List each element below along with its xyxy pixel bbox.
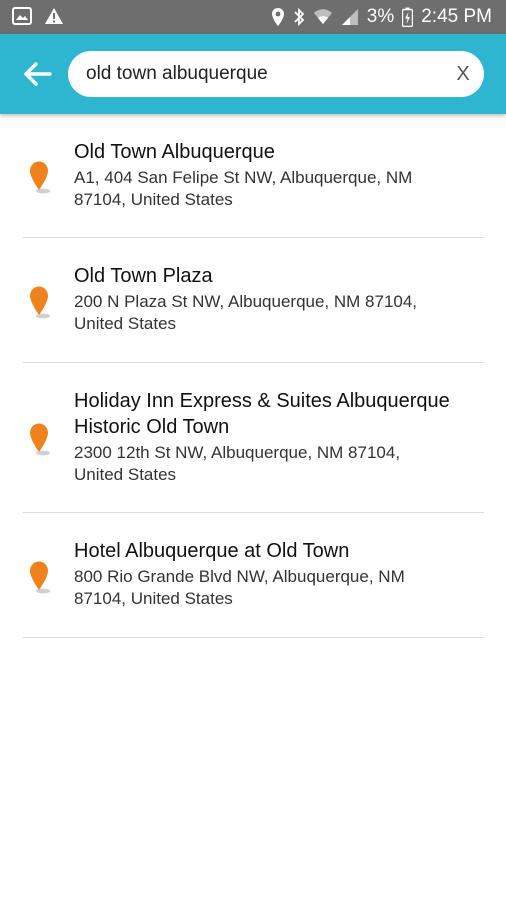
- result-address-line1: 800 Rio Grande Blvd NW, Albuquerque, NM: [74, 567, 405, 586]
- search-app-bar: X: [0, 34, 506, 114]
- map-pin-icon: [28, 560, 54, 594]
- result-address: 2300 12th St NW, Albuquerque, NM 87104, …: [74, 442, 484, 486]
- result-address-line2: 87104, United States: [74, 190, 233, 209]
- back-arrow-icon: [22, 62, 56, 94]
- status-bar: 3% 2:45 PM: [0, 0, 506, 34]
- result-address: 200 N Plaza St NW, Albuquerque, NM 87104…: [74, 291, 484, 335]
- result-title: Holiday Inn Express & Suites Albuquerque…: [74, 388, 484, 440]
- result-title: Old Town Albuquerque: [74, 141, 275, 163]
- search-box: X: [68, 51, 484, 97]
- bluetooth-icon: [293, 7, 305, 27]
- search-input[interactable]: [86, 51, 436, 97]
- clock: 2:45 PM: [421, 6, 492, 27]
- warning-icon: [44, 7, 64, 25]
- search-results-list: Old Town Albuquerque A1, 404 San Felipe …: [0, 114, 506, 638]
- result-item-hotel-albuquerque[interactable]: Hotel Albuquerque at Old Town 800 Rio Gr…: [23, 513, 484, 638]
- result-address-line2: 87104, United States: [74, 589, 233, 608]
- result-title-line1: Holiday Inn Express & Suites Albuquerque: [74, 390, 450, 412]
- location-icon: [271, 7, 285, 27]
- clear-search-button[interactable]: X: [450, 61, 476, 87]
- back-button[interactable]: [22, 58, 56, 90]
- wifi-icon: [313, 8, 333, 26]
- result-title-line2: Historic Old Town: [74, 416, 230, 438]
- battery-charging-icon: [402, 7, 414, 27]
- result-title: Old Town Plaza: [74, 265, 213, 287]
- result-item-old-town-plaza[interactable]: Old Town Plaza 200 N Plaza St NW, Albuqu…: [23, 238, 484, 363]
- result-address: 800 Rio Grande Blvd NW, Albuquerque, NM …: [74, 566, 484, 610]
- result-title: Hotel Albuquerque at Old Town: [74, 540, 350, 562]
- result-address-line2: United States: [74, 465, 177, 484]
- result-address-line2: United States: [74, 314, 177, 333]
- result-address-line1: 2300 12th St NW, Albuquerque, NM 87104,: [74, 443, 401, 462]
- result-item-old-town-albuquerque[interactable]: Old Town Albuquerque A1, 404 San Felipe …: [23, 114, 484, 238]
- result-address: A1, 404 San Felipe St NW, Albuquerque, N…: [74, 167, 484, 211]
- result-address-line1: A1, 404 San Felipe St NW, Albuquerque, N…: [74, 168, 413, 187]
- result-item-holiday-inn-express[interactable]: Holiday Inn Express & Suites Albuquerque…: [23, 363, 484, 513]
- gallery-icon: [12, 7, 32, 25]
- map-pin-icon: [28, 160, 54, 194]
- result-address-line1: 200 N Plaza St NW, Albuquerque, NM 87104…: [74, 292, 418, 311]
- map-pin-icon: [28, 285, 54, 319]
- signal-icon: [341, 8, 359, 26]
- battery-percent: 3%: [366, 6, 395, 27]
- map-pin-icon: [28, 422, 54, 456]
